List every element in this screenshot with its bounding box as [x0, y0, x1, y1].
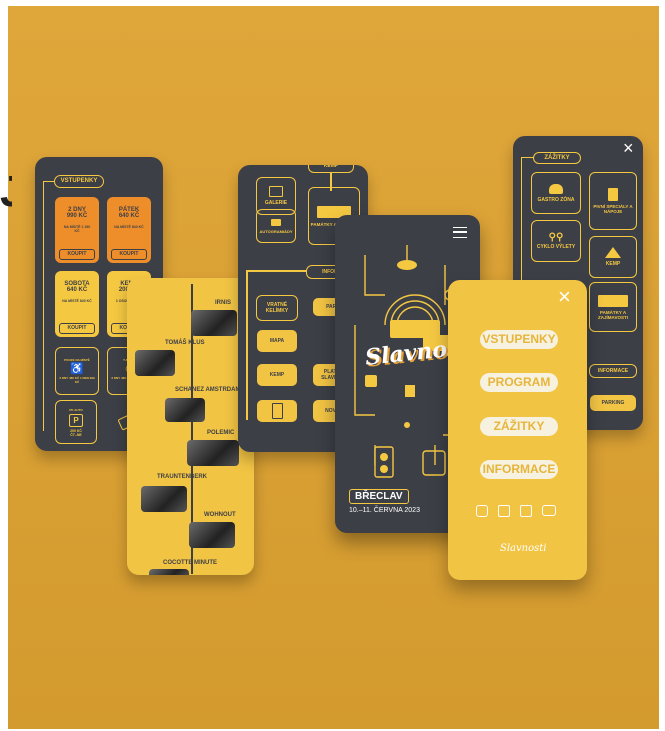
parking-link[interactable]: PARKING: [589, 394, 637, 412]
menu-screen: × VSTUPENKY PROGRAM ZÁŽITKY INFORMACE Sl…: [448, 280, 587, 580]
cycling-link[interactable]: ⚲⚲ CYKLO VÝLETY: [531, 220, 581, 262]
image-icon: [269, 186, 283, 197]
artist-name: IRNIS: [215, 300, 232, 306]
artist-photo: [187, 440, 239, 466]
artist-photo: [191, 310, 237, 336]
youtube-icon[interactable]: [542, 505, 556, 516]
wheelchair-icon: ♿: [70, 363, 84, 375]
info-link[interactable]: INFORMACE: [589, 364, 637, 378]
parking-box: PK AUTO P 200 KČ ČT–NE: [55, 400, 97, 444]
menu-item-program[interactable]: PROGRAM: [480, 373, 558, 392]
parking-icon: P: [69, 413, 83, 427]
facebook-icon[interactable]: [498, 505, 510, 517]
artist-name: POLEMIC: [207, 430, 235, 436]
artist-photo: [149, 569, 189, 575]
kemp-link[interactable]: KEMP: [308, 165, 354, 173]
autogramiady-link[interactable]: AUTOGRAMIÁDY: [256, 209, 296, 243]
beer-icon: [608, 188, 618, 201]
edge-glyph: J: [0, 170, 12, 214]
gastro-zone-link[interactable]: GASTRO ZÓNA: [531, 172, 581, 214]
close-icon[interactable]: ×: [558, 284, 571, 310]
vratne-kelimky-link[interactable]: VRATNÉ KELÍMKY: [256, 295, 298, 321]
menu-item-experiences[interactable]: ZÁŽITKY: [480, 417, 558, 436]
monuments-link[interactable]: PAMÁTKY A ZAJÍMAVOSTI: [589, 282, 637, 332]
tiktok-icon[interactable]: [520, 505, 532, 517]
artist-name: WOHNOUT: [204, 512, 236, 518]
menu-item-tickets[interactable]: VSTUPENKY: [480, 330, 558, 349]
lineup-screen: IRNIS TOMÁŠ KLUS SCHANEZ AMSTRDAM POLEMI…: [127, 278, 254, 575]
buy-button-sobota[interactable]: KOUPIT: [59, 323, 95, 334]
tickets-header: VSTUPENKY: [54, 175, 104, 188]
menu-item-info[interactable]: INFORMACE: [480, 460, 558, 479]
castle-icon: [598, 294, 628, 307]
beer-link[interactable]: PIVNÍ SPECIÁLY A NÁPOJE: [589, 172, 637, 230]
instagram-icon[interactable]: [476, 505, 488, 517]
buy-button-patek[interactable]: KOUPIT: [111, 249, 147, 260]
kemp-info-link[interactable]: KEMP: [256, 363, 298, 387]
city-label: BŘECLAV: [349, 489, 409, 504]
camp-link[interactable]: KEMP: [589, 236, 637, 278]
bicycle-icon: ⚲⚲: [548, 232, 564, 243]
speaker-icon: [271, 403, 283, 419]
buy-button-2dny[interactable]: KOUPIT: [59, 249, 95, 260]
experiences-header: ZÁŽITKY: [533, 152, 581, 164]
artist-name: COCOTTE MINUTE: [163, 560, 217, 566]
speaker-link[interactable]: [256, 399, 298, 423]
date-label: 10.–11. ČERVNA 2023: [349, 507, 420, 514]
mapa-link[interactable]: MAPA: [256, 329, 298, 353]
info-box-onsite: POUZE NA MÍSTĚ ♿ 2 DNY 480 KČ 1 DEN 299 …: [55, 347, 99, 395]
artist-photo: [165, 398, 205, 422]
artist-name: TRAUNTENBERK: [157, 474, 207, 480]
burger-icon: [549, 183, 563, 194]
camera-icon: [271, 218, 281, 226]
tent-icon: [605, 247, 621, 258]
artist-photo: [141, 486, 187, 512]
artist-name: TOMÁŠ KLUS: [165, 340, 205, 346]
artist-photo: [189, 522, 235, 548]
artist-name: SCHANEZ AMSTRDAM: [175, 387, 241, 393]
menu-logo: Slavnosti: [500, 543, 547, 554]
artist-photo: [135, 350, 175, 376]
close-icon[interactable]: ×: [623, 138, 634, 159]
